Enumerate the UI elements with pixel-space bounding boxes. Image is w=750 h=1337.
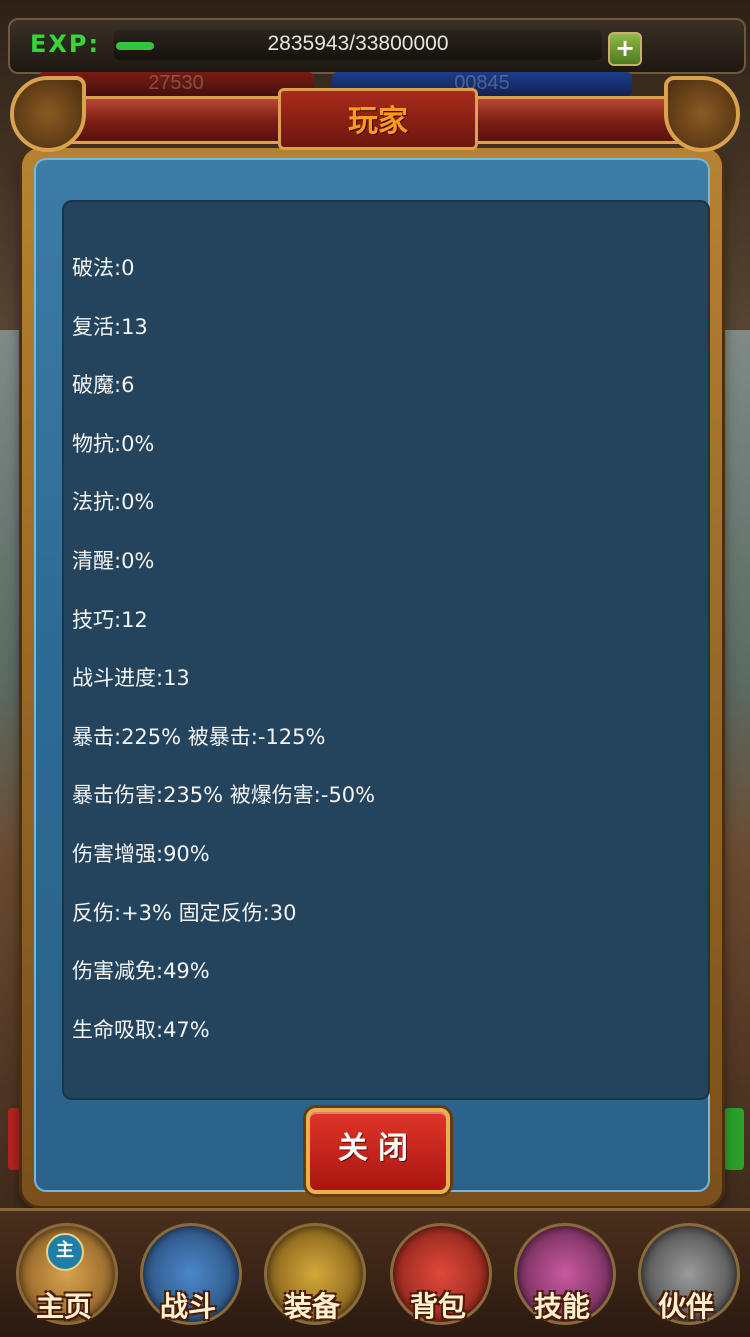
exp-value: 2835943/33800000 — [267, 32, 449, 55]
stat-line: 法抗:0% — [72, 490, 155, 515]
nav-label: 主页 — [35, 1290, 92, 1323]
stat-line-clipped: ··· · ·· — [72, 214, 192, 232]
exp-bar: EXP: 2835943/33800000 + — [8, 18, 746, 74]
stats-list: 破法:0 复活:13 破魔:6 物抗:0% 法抗:0% 清醒:0% 技巧:12 … — [72, 253, 375, 1073]
nav-label: 背包 — [409, 1290, 466, 1323]
stat-line: 战斗进度:13 — [72, 666, 190, 691]
stat-line: 伤害增强:90% — [72, 841, 210, 866]
stat-line: 反伤:+3% 固定反伤:30 — [72, 900, 297, 925]
stat-line: 清醒:0% — [72, 548, 155, 573]
side-button-right — [724, 1108, 744, 1170]
exp-label: EXP: — [30, 30, 101, 58]
nav-item-skill[interactable]: 技能 — [506, 1219, 618, 1331]
dialog-title-banner: 玩家 — [8, 70, 742, 152]
stat-line: 技巧:12 — [72, 607, 148, 632]
nav-item-home[interactable]: 主 主页 — [8, 1219, 120, 1331]
banner-ornament-left-icon — [10, 76, 86, 152]
banner-ornament-right-icon — [664, 76, 740, 152]
close-button[interactable]: 关闭 — [306, 1108, 450, 1194]
plus-icon: + — [614, 34, 636, 62]
stat-line: 复活:13 — [72, 314, 148, 339]
nav-item-battle[interactable]: 战斗 — [132, 1219, 244, 1331]
bottom-nav: 主 主页 战斗 装备 背包 技能 伙伴 — [0, 1208, 750, 1337]
nav-label: 伙伴 — [657, 1290, 714, 1323]
nav-label: 技能 — [533, 1290, 590, 1323]
home-badge: 主 — [46, 1233, 84, 1271]
stat-line: 物抗:0% — [72, 431, 155, 456]
stat-line: 生命吸取:47% — [72, 1017, 210, 1042]
stat-line: 伤害减免:49% — [72, 959, 210, 984]
nav-item-bag[interactable]: 背包 — [382, 1219, 494, 1331]
nav-label: 战斗 — [159, 1290, 216, 1323]
exp-add-button[interactable]: + — [608, 32, 642, 66]
dialog-title: 玩家 — [348, 104, 408, 139]
stat-line: 破法:0 — [72, 256, 135, 280]
stat-line: 暴击伤害:235% 被爆伤害:-50% — [72, 783, 376, 808]
stat-line: 暴击:225% 被暴击:-125% — [72, 724, 326, 749]
nav-item-equipment[interactable]: 装备 — [256, 1219, 368, 1331]
nav-label: 装备 — [283, 1290, 340, 1323]
nav-item-partner[interactable]: 伙伴 — [630, 1219, 742, 1331]
stat-line: 破魔:6 — [72, 373, 135, 398]
